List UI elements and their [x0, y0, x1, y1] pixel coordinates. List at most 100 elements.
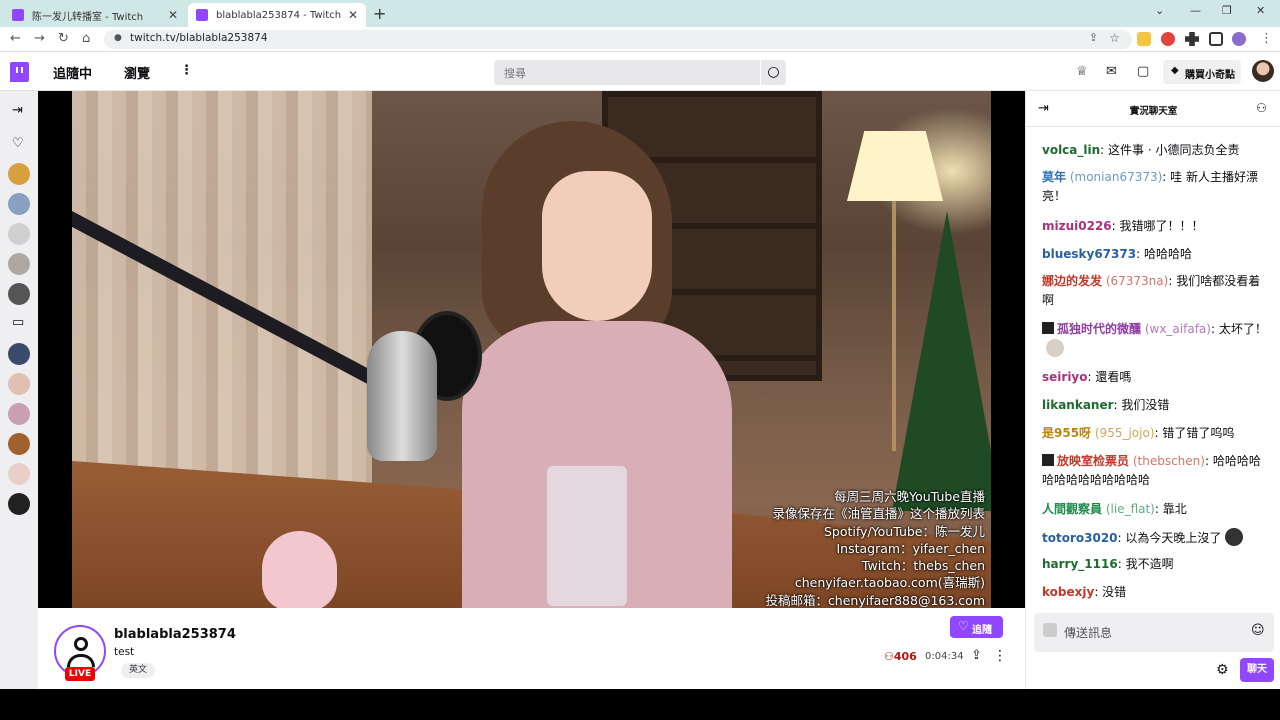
microphone: [367, 331, 437, 461]
chat-username[interactable]: 莫年: [1042, 170, 1066, 184]
side-panel-icon[interactable]: [1209, 32, 1223, 46]
recommended-channel-avatar[interactable]: [8, 463, 30, 485]
community-users-icon[interactable]: ⚇: [1256, 101, 1267, 115]
followed-channel-avatar[interactable]: [8, 253, 30, 275]
chat-message: seiriyo: 還看嗎: [1042, 368, 1268, 387]
chat-message: 人間觀察員 (lie_flat): 靠北: [1042, 500, 1268, 519]
channel-points-icon[interactable]: [1043, 623, 1057, 637]
home-icon[interactable]: ⌂: [82, 31, 90, 46]
mail-icon[interactable]: ✉: [1106, 64, 1117, 79]
chat-login-name[interactable]: (955_jojo): [1091, 426, 1155, 440]
extensions-puzzle-icon[interactable]: [1185, 32, 1199, 46]
whisper-icon[interactable]: ▢: [1137, 64, 1149, 79]
chat-message: totoro3020: 以為今天晚上沒了: [1042, 528, 1268, 548]
followed-channel-avatar[interactable]: [8, 163, 30, 185]
more-menu-icon[interactable]: ⋮: [180, 63, 193, 78]
chat-username[interactable]: totoro3020: [1042, 531, 1118, 545]
bookmark-star-icon[interactable]: ☆: [1109, 31, 1120, 45]
expand-sidebar-icon[interactable]: ⇥: [12, 103, 23, 118]
recommended-channel-avatar[interactable]: [8, 373, 30, 395]
maximize-icon[interactable]: ❐: [1222, 4, 1232, 17]
recommended-camera-icon: ▭: [12, 315, 25, 330]
followed-channel-avatar[interactable]: [8, 223, 30, 245]
chat-username[interactable]: seiriyo: [1042, 370, 1088, 384]
chat-separator: :: [1136, 247, 1144, 261]
chat-username[interactable]: bluesky67373: [1042, 247, 1136, 261]
chat-message: 放映室检票员 (thebschen): 哈哈哈哈哈哈哈哈哈哈哈哈哈: [1042, 452, 1268, 490]
browser-tab-2[interactable]: blablabla253874 - Twitch ✕: [188, 3, 366, 27]
send-chat-button[interactable]: 聊天: [1240, 658, 1274, 682]
back-icon[interactable]: ←: [10, 31, 21, 46]
chat-text: 我们没错: [1121, 398, 1170, 412]
chat-username[interactable]: 是955呀: [1042, 426, 1091, 440]
chat-login-name[interactable]: (wx_aifafa): [1141, 322, 1211, 336]
tab-title: 陈一发儿转播室 - Twitch: [32, 11, 144, 23]
forward-icon[interactable]: →: [34, 31, 45, 46]
video-frame[interactable]: 每周三周六晚YouTube直播 录像保存在《油管直播》这个播放列表 Spotif…: [72, 91, 991, 608]
search-input[interactable]: 搜尋: [494, 60, 760, 85]
chat-settings-gear-icon[interactable]: ⚙: [1216, 662, 1229, 678]
chat-username[interactable]: 娜边的发发: [1042, 274, 1102, 288]
close-tab-icon[interactable]: ✕: [168, 8, 178, 22]
more-options-icon[interactable]: ⋮: [993, 648, 1007, 664]
nav-browse[interactable]: 瀏覽: [124, 63, 150, 82]
close-window-icon[interactable]: ✕: [1256, 4, 1265, 17]
chat-username[interactable]: 人間觀察員: [1042, 502, 1102, 516]
channel-name[interactable]: blablabla253874: [114, 627, 236, 642]
chat-username[interactable]: volca_lin: [1042, 143, 1100, 157]
user-avatar[interactable]: [1252, 60, 1274, 82]
crown-icon[interactable]: ♕: [1076, 64, 1088, 79]
address-bar: ← → ↻ ⌂ ● twitch.tv/blablabla253874 ⇪ ☆ …: [0, 27, 1280, 52]
chat-message: 莫年 (monian67373): 哇 新人主播好漂亮！: [1042, 168, 1268, 206]
chat-username[interactable]: 放映室检票员: [1057, 454, 1129, 468]
tab-search-icon[interactable]: ⌄: [1155, 4, 1164, 17]
chat-username[interactable]: likankaner: [1042, 398, 1114, 412]
extension-icon[interactable]: [1161, 32, 1175, 46]
chat-input[interactable]: 傳送訊息 ☺: [1034, 613, 1274, 652]
recommended-channel-avatar[interactable]: [8, 343, 30, 365]
browser-menu-icon[interactable]: ⋮: [1260, 31, 1273, 46]
stream-title: test: [114, 646, 135, 658]
followed-channel-avatar[interactable]: [8, 193, 30, 215]
emote-icon: [1046, 339, 1064, 357]
nav-following[interactable]: 追隨中: [53, 63, 92, 82]
buy-bits-button[interactable]: 購買小奇點: [1163, 60, 1241, 84]
share-icon[interactable]: ⇪: [971, 648, 982, 663]
emote-icon: [1225, 528, 1244, 546]
new-tab-button[interactable]: +: [373, 4, 386, 23]
twitch-favicon-icon: [196, 9, 208, 21]
url-field[interactable]: ● twitch.tv/blablabla253874 ⇪ ☆: [104, 30, 1132, 49]
chat-username[interactable]: harry_1116: [1042, 557, 1118, 571]
recommended-channel-avatar[interactable]: [8, 433, 30, 455]
user-badge-icon[interactable]: [1042, 322, 1054, 334]
heart-icon: ♡: [958, 619, 969, 633]
chat-login-name[interactable]: (lie_flat): [1102, 502, 1155, 516]
left-sidebar: ⇥ ♡ ▭: [0, 91, 38, 689]
emote-picker-icon[interactable]: ☺: [1251, 623, 1265, 638]
twitch-logo-icon[interactable]: [10, 62, 29, 82]
follow-button[interactable]: ♡ 追隨: [950, 616, 1003, 638]
minimize-icon[interactable]: —: [1190, 4, 1201, 17]
recommended-channel-avatar[interactable]: [8, 493, 30, 515]
chat-login-name[interactable]: (monian67373): [1066, 170, 1162, 184]
recommended-channel-avatar[interactable]: [8, 403, 30, 425]
chat-username[interactable]: kobexjy: [1042, 585, 1094, 599]
chat-separator: :: [1154, 502, 1163, 516]
profile-icon[interactable]: [1232, 32, 1246, 46]
chat-login-name[interactable]: (thebschen): [1129, 454, 1205, 468]
user-badge-icon[interactable]: [1042, 454, 1054, 466]
browser-tabbar: 陈一发儿转播室 - Twitch ✕ blablabla253874 - Twi…: [0, 0, 1280, 27]
extension-icon[interactable]: [1137, 32, 1151, 46]
language-tag[interactable]: 英文: [121, 663, 156, 678]
chat-username[interactable]: 孤独时代的微醺: [1057, 322, 1141, 336]
browser-tab-1[interactable]: 陈一发儿转播室 - Twitch ✕: [4, 3, 186, 27]
reload-icon[interactable]: ↻: [58, 31, 69, 46]
share-page-icon[interactable]: ⇪: [1089, 31, 1098, 44]
chat-separator: :: [1111, 219, 1120, 233]
chat-text: 我不造啊: [1125, 557, 1174, 571]
chat-login-name[interactable]: (67373na): [1102, 274, 1169, 288]
chat-username[interactable]: mizui0226: [1042, 219, 1112, 233]
search-icon[interactable]: ○: [760, 60, 786, 85]
followed-channel-avatar[interactable]: [8, 283, 30, 305]
close-tab-icon[interactable]: ✕: [348, 8, 358, 22]
